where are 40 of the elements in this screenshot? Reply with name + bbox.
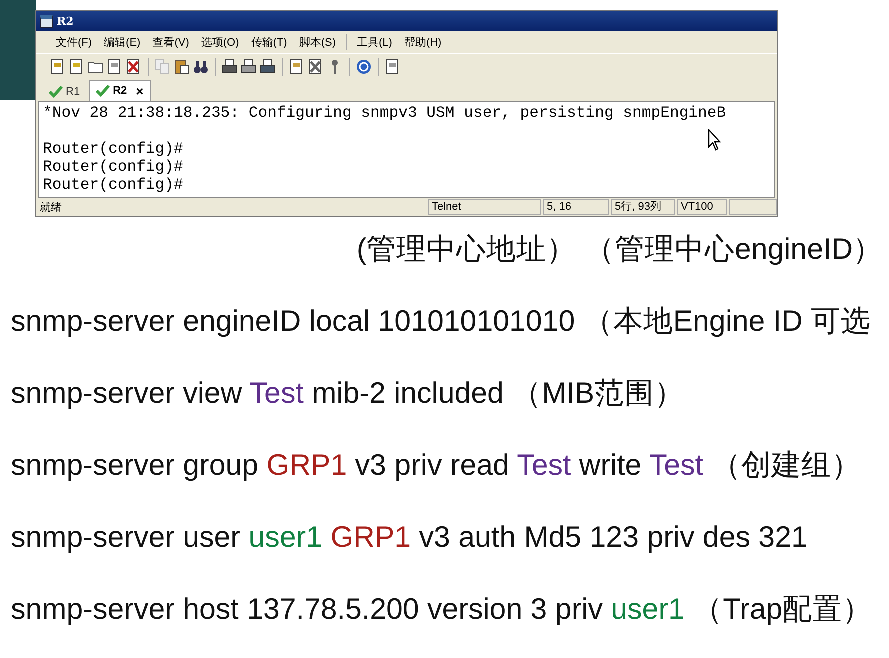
menu-item[interactable]: 工具(L) xyxy=(351,34,398,50)
menu-item[interactable]: 查看(V) xyxy=(146,34,196,50)
slide-text: snmp-server host 137.78.5.200 version 3 priv user1 （Trap配置） xyxy=(11,592,874,628)
menu-item[interactable]: 帮助(H) xyxy=(398,34,448,50)
slide-text: snmp-server group GRP1 v3 priv read Test write Test （创建组） xyxy=(11,448,863,484)
status-cell: VT100 xyxy=(677,199,727,215)
help-icon[interactable] xyxy=(356,58,372,74)
printer-icon[interactable] xyxy=(222,58,238,74)
status-message: 就绪 xyxy=(39,200,63,214)
tab[interactable]: R1 xyxy=(42,82,88,101)
status-cell-empty xyxy=(729,199,777,215)
printer-icon[interactable] xyxy=(260,58,276,74)
tab[interactable]: R2 × xyxy=(89,80,151,101)
printer-icon[interactable] xyxy=(241,58,257,74)
tab-label: R2 xyxy=(113,85,128,97)
menu-item[interactable]: 脚本(S) xyxy=(293,34,342,50)
menu-item[interactable]: 编辑(E) xyxy=(98,34,147,50)
binoculars-icon[interactable] xyxy=(193,58,209,74)
tab-label: R1 xyxy=(66,86,80,98)
slide-note: (管理中心地址） （管理中心engineID） xyxy=(356,232,884,268)
terminal-line: *Nov 28 21:38:18.235: Configuring snmpv3 USM user, persisting snmpEngineB xyxy=(43,104,728,122)
menu-item[interactable]: 传输(T) xyxy=(245,34,294,50)
window-title: R2 xyxy=(57,14,74,28)
check-icon xyxy=(96,85,110,97)
status-cell: Telnet xyxy=(428,199,541,215)
slide-text: snmp-server engineID local 101010101010 （本地Engine ID 可选 xyxy=(11,304,872,340)
terminal-line: Router(config)# xyxy=(43,158,184,176)
cursor-icon xyxy=(708,129,722,151)
status-cell: 5行, 93列 xyxy=(611,199,675,215)
menu-item[interactable]: 选项(O) xyxy=(195,34,246,50)
check-icon xyxy=(49,86,63,98)
slide-text: snmp-server view Test mib-2 included （MIB范围） xyxy=(11,376,686,412)
disconnect-icon[interactable] xyxy=(126,58,142,74)
paste-icon[interactable] xyxy=(174,58,190,74)
status-cell: 5, 16 xyxy=(543,199,609,215)
close-button[interactable]: × xyxy=(136,84,144,98)
terminal-line: Router(config)# xyxy=(43,176,184,194)
terminal-line: Router(config)# xyxy=(43,140,184,158)
slide-text: snmp-server user user1 GRP1 v3 auth Md5 123 priv des 321 xyxy=(11,520,809,556)
menu-item[interactable]: 文件(F) xyxy=(50,34,98,50)
